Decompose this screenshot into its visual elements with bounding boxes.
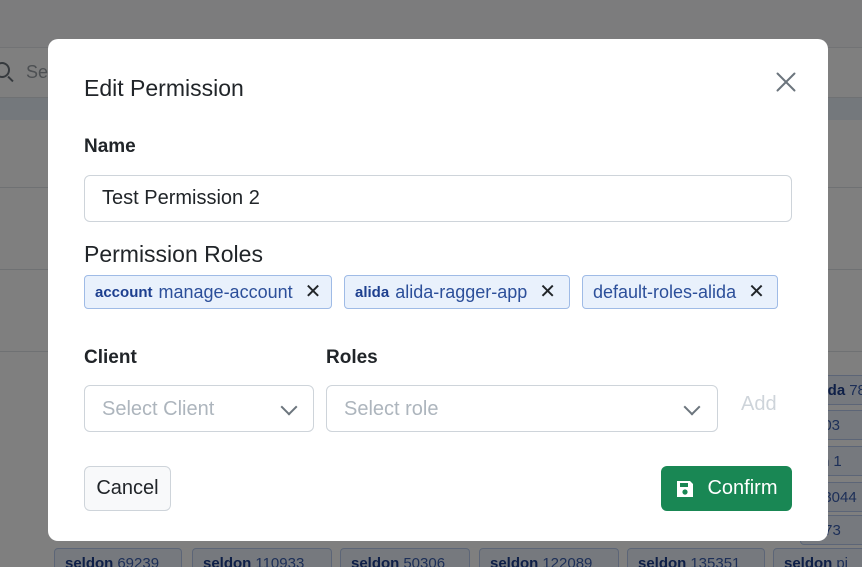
client-select[interactable]: Select Client (84, 385, 314, 432)
name-label: Name (84, 136, 136, 157)
confirm-button-label: Confirm (707, 477, 778, 499)
add-role-button[interactable]: Add (741, 393, 777, 416)
client-label: Client (84, 347, 137, 368)
role-tag-client: alida (355, 283, 390, 301)
confirm-button[interactable]: Confirm (661, 466, 792, 511)
role-tag-client: account (95, 283, 153, 301)
remove-role-icon[interactable]: ✕ (748, 282, 765, 302)
chevron-down-icon (683, 398, 701, 416)
chevron-down-icon (280, 398, 298, 416)
close-icon[interactable] (773, 69, 799, 95)
roles-label: Roles (326, 347, 378, 368)
role-tag-role: alida-ragger-app (395, 281, 528, 302)
cancel-button[interactable]: Cancel (84, 466, 171, 511)
remove-role-icon[interactable]: ✕ (305, 282, 322, 302)
permission-role-tag: default-roles-alida ✕ (582, 275, 778, 309)
remove-role-icon[interactable]: ✕ (539, 282, 556, 302)
permission-role-tag: account manage-account ✕ (84, 275, 332, 309)
role-tag-role: default-roles-alida (593, 281, 737, 302)
role-select-placeholder: Select role (344, 398, 439, 420)
name-input[interactable] (84, 175, 792, 222)
client-select-placeholder: Select Client (102, 398, 215, 420)
modal-title: Edit Permission (84, 75, 244, 101)
edit-permission-modal: Edit Permission Name Permission Roles ac… (48, 39, 828, 541)
role-tag-role: manage-account (158, 281, 293, 302)
permission-role-tag: alida alida-ragger-app ✕ (344, 275, 570, 309)
role-select[interactable]: Select role (326, 385, 718, 432)
save-icon (677, 480, 694, 497)
permission-roles-title: Permission Roles (84, 241, 263, 267)
